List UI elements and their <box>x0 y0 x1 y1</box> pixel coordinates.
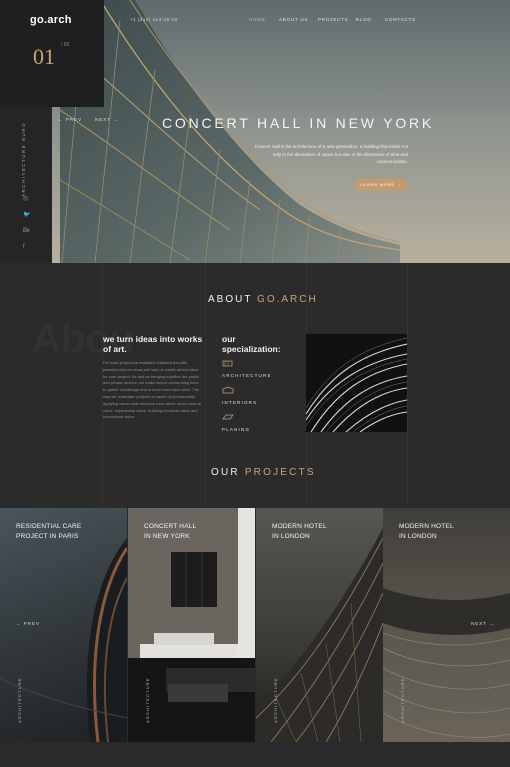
facebook-icon[interactable]: f <box>23 244 25 250</box>
about-title-prefix: ABOUT <box>208 294 258 305</box>
nav-contacts[interactable]: CONTACTS <box>385 17 416 22</box>
project-card[interactable]: MODERN HOTEL IN LONDON ARCHITECTURE <box>256 508 383 742</box>
hero-section: ARCHITECTURE BURO ◎ 🐦 Вк f go.arch 01 / … <box>0 0 510 263</box>
hero-prev-button[interactable]: ← PREV <box>58 117 82 122</box>
project-title: CONCERT HALL IN NEW YORK <box>144 523 197 540</box>
slide-number: 01 <box>33 44 55 69</box>
hero-title: CONCERT HALL IN NEW YORK <box>162 115 435 131</box>
nav-home[interactable]: HOME <box>249 17 266 22</box>
brand-box: go.arch 01 / 03 <box>0 0 104 107</box>
project-card[interactable]: CONCERT HALL IN NEW YORK ARCHITECTURE <box>128 508 255 742</box>
specialization-heading: our specialization: <box>222 334 281 354</box>
projects-next-button[interactable]: NEXT → <box>471 621 495 626</box>
about-heading: we turn ideas into works of art. <box>103 334 203 354</box>
grid-line <box>407 263 408 508</box>
project-tag: ARCHITECTURE <box>273 677 278 723</box>
logo[interactable]: go.arch <box>30 14 72 26</box>
project-title: MODERN HOTEL IN LONDON <box>399 523 454 540</box>
learn-more-button[interactable]: LEARN MORE → <box>355 179 407 191</box>
hero-next-button[interactable]: NEXT → <box>95 117 119 122</box>
projects-title-prefix: OUR <box>211 467 245 478</box>
project-tag: ARCHITECTURE <box>17 677 22 723</box>
phone-number[interactable]: +1 (212) 414-25-10 <box>130 17 178 22</box>
project-title: RESIDENTIAL CARE PROJECT IN PARIS <box>16 523 82 540</box>
spec-planing: PLANING <box>222 427 251 432</box>
architecture-icon <box>222 360 233 367</box>
left-rail: ARCHITECTURE BURO ◎ 🐦 Вк f <box>0 107 52 263</box>
project-tag: ARCHITECTURE <box>400 677 405 723</box>
slide-total: / 03 <box>61 42 70 48</box>
instagram-icon[interactable]: ◎ <box>23 195 28 202</box>
hero-description: Concert Hall is the architecture of a ne… <box>254 144 408 164</box>
rail-vertical-text: ARCHITECTURE BURO <box>21 121 26 197</box>
footer-strip <box>0 742 510 767</box>
projects-title-accent: PROJECTS <box>244 467 316 478</box>
vk-icon[interactable]: Вк <box>23 228 30 234</box>
projects-gallery: RESIDENTIAL CARE PROJECT IN PARIS ARCHIT… <box>0 508 510 742</box>
spec-interiors: INTERIORS <box>222 400 258 405</box>
projects-prev-button[interactable]: ← PREV <box>16 621 40 626</box>
about-title-accent: GO.ARCH <box>257 294 318 305</box>
planing-icon <box>222 414 234 420</box>
about-section: Abou ABOUT GO.ARCH we turn ideas into wo… <box>0 263 510 508</box>
project-tag: ARCHITECTURE <box>145 677 150 723</box>
nav-projects[interactable]: PROJECTS <box>318 17 348 22</box>
about-paragraph: For each project we establish relationsh… <box>103 360 201 420</box>
about-title: ABOUT GO.ARCH <box>208 294 318 305</box>
twitter-icon[interactable]: 🐦 <box>23 211 30 218</box>
projects-title: OUR PROJECTS <box>211 467 316 478</box>
nav-blog[interactable]: BLOG <box>356 17 372 22</box>
interiors-icon <box>222 386 234 394</box>
nav-about[interactable]: ABOUT US <box>279 17 308 22</box>
wave-architecture-image <box>306 334 407 432</box>
grid-line <box>205 263 206 508</box>
spec-architecture: ARCHITECTURE <box>222 373 272 378</box>
project-title: MODERN HOTEL IN LONDON <box>272 523 327 540</box>
